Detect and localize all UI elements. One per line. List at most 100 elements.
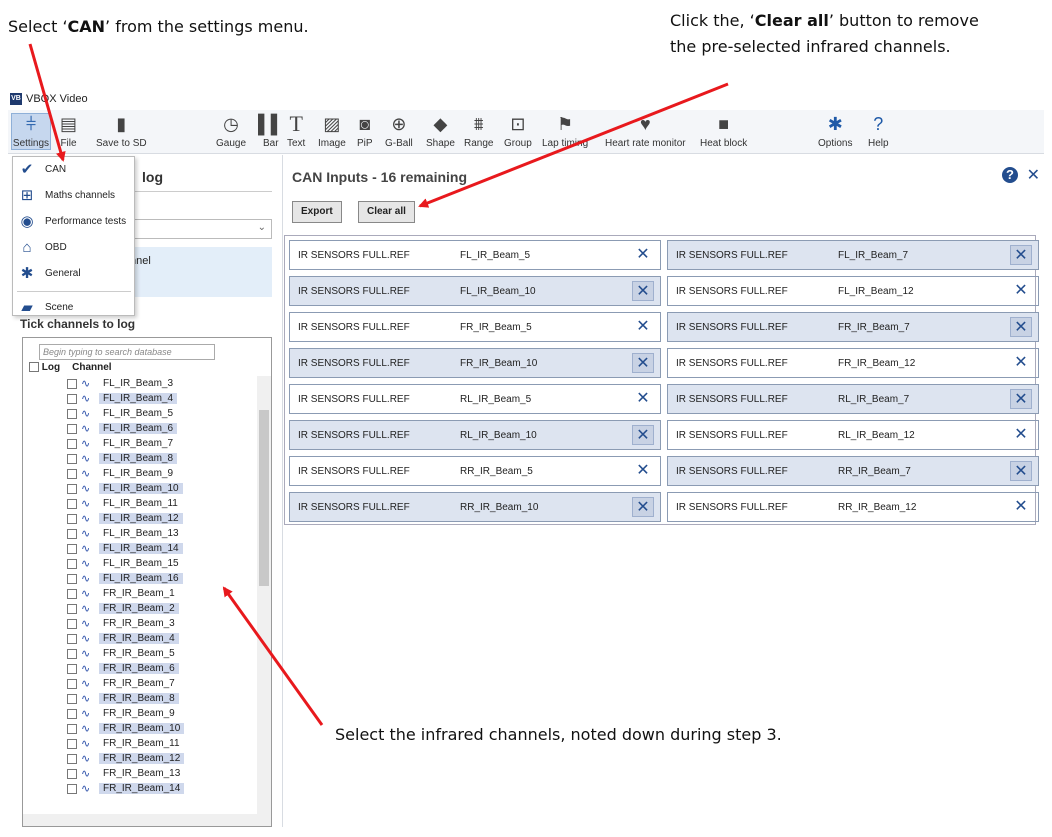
channel-row[interactable]: ∿ FR_IR_Beam_2	[67, 601, 267, 616]
channel-row[interactable]: ∿ FR_IR_Beam_4	[67, 631, 267, 646]
channel-row[interactable]: ∿ FR_IR_Beam_5	[67, 646, 267, 661]
channel-checkbox[interactable]	[67, 573, 77, 584]
channel-row[interactable]: ∿ FR_IR_Beam_9	[67, 706, 267, 721]
heat-block-button[interactable]: ■ Heat block	[700, 114, 747, 150]
group-button[interactable]: ⊡ Group	[504, 114, 532, 150]
channel-row[interactable]: ∿ FR_IR_Beam_8	[67, 691, 267, 706]
menu-item-maths[interactable]: ⊞ Maths channels	[13, 183, 134, 207]
save-to-sd-button[interactable]: ▮ Save to SD	[96, 114, 147, 150]
export-button[interactable]: Export	[292, 201, 342, 223]
settings-button[interactable]: ⫩ Settings	[11, 113, 51, 150]
menu-item-performance[interactable]: ◉ Performance tests	[13, 209, 134, 233]
remove-channel-icon[interactable]: ✕	[632, 245, 654, 265]
channel-checkbox[interactable]	[67, 468, 77, 479]
channel-checkbox[interactable]	[67, 378, 77, 389]
channel-row[interactable]: ∿ FL_IR_Beam_13	[67, 526, 267, 541]
bar-button[interactable]: ▌▌ Bar	[258, 114, 284, 150]
heart-rate-button[interactable]: ♥ Heart rate monitor	[605, 114, 686, 150]
remove-channel-icon[interactable]: ✕	[632, 389, 654, 409]
vertical-scrollbar[interactable]	[257, 376, 271, 826]
help-button[interactable]: ? Help	[868, 114, 889, 150]
channel-row[interactable]: ∿ FL_IR_Beam_12	[67, 511, 267, 526]
gball-button[interactable]: ⊕ G-Ball	[385, 114, 413, 150]
remove-channel-icon[interactable]: ✕	[632, 425, 654, 445]
channel-checkbox[interactable]	[67, 438, 77, 449]
channel-row[interactable]: ∿ FL_IR_Beam_3	[67, 376, 267, 391]
text-button[interactable]: T Text	[287, 111, 305, 149]
channel-checkbox[interactable]	[67, 513, 77, 524]
menu-item-general[interactable]: ✱ General	[13, 261, 134, 285]
channel-row[interactable]: ∿ FR_IR_Beam_1	[67, 586, 267, 601]
channel-row[interactable]: ∿ FL_IR_Beam_6	[67, 421, 267, 436]
channel-row[interactable]: ∿ FL_IR_Beam_16	[67, 571, 267, 586]
channel-checkbox[interactable]	[67, 648, 77, 659]
image-button[interactable]: ▨ Image	[318, 114, 346, 150]
remove-channel-icon[interactable]: ✕	[632, 317, 654, 337]
remove-channel-icon[interactable]: ✕	[1010, 461, 1032, 481]
channel-checkbox[interactable]	[67, 558, 77, 569]
remove-channel-icon[interactable]: ✕	[632, 281, 654, 301]
menu-item-scene[interactable]: ▰ Scene	[13, 295, 134, 319]
help-icon[interactable]: ?	[1002, 167, 1018, 183]
channel-checkbox[interactable]	[67, 708, 77, 719]
channel-checkbox[interactable]	[67, 528, 77, 539]
lap-timing-button[interactable]: ⚑ Lap timing	[542, 114, 588, 150]
channel-checkbox[interactable]	[67, 408, 77, 419]
channel-row[interactable]: ∿ FL_IR_Beam_14	[67, 541, 267, 556]
menu-item-obd[interactable]: ⌂ OBD	[13, 235, 134, 259]
remove-channel-icon[interactable]: ✕	[1010, 281, 1032, 301]
channel-row[interactable]: ∿ FL_IR_Beam_9	[67, 466, 267, 481]
channel-checkbox[interactable]	[67, 768, 77, 779]
pip-button[interactable]: ◙ PiP	[357, 114, 373, 150]
channel-row[interactable]: ∿ FL_IR_Beam_4	[67, 391, 267, 406]
menu-item-can[interactable]: ✔ CAN	[13, 157, 134, 181]
horizontal-scrollbar[interactable]	[23, 814, 259, 826]
channel-row[interactable]: ∿ FL_IR_Beam_10	[67, 481, 267, 496]
channel-checkbox[interactable]	[67, 423, 77, 434]
channel-row[interactable]: ∿ FR_IR_Beam_12	[67, 751, 267, 766]
range-button[interactable]: ⩩ Range	[464, 114, 493, 150]
channel-checkbox[interactable]	[67, 753, 77, 764]
channel-checkbox[interactable]	[67, 603, 77, 614]
channel-checkbox[interactable]	[67, 588, 77, 599]
select-all-checkbox[interactable]	[29, 362, 39, 373]
channel-row[interactable]: ∿ FR_IR_Beam_14	[67, 781, 267, 796]
remove-channel-icon[interactable]: ✕	[1010, 245, 1032, 265]
channel-row[interactable]: ∿ FR_IR_Beam_13	[67, 766, 267, 781]
channel-checkbox[interactable]	[67, 483, 77, 494]
channel-row[interactable]: ∿ FR_IR_Beam_6	[67, 661, 267, 676]
close-icon[interactable]: ✕	[1027, 165, 1040, 185]
channel-checkbox[interactable]	[67, 453, 77, 464]
channel-checkbox[interactable]	[67, 678, 77, 689]
clear-all-button[interactable]: Clear all	[358, 201, 415, 223]
file-button[interactable]: ▤ File	[60, 114, 77, 150]
channel-row[interactable]: ∿ FL_IR_Beam_11	[67, 496, 267, 511]
gauge-button[interactable]: ◷ Gauge	[216, 114, 246, 150]
remove-channel-icon[interactable]: ✕	[1010, 317, 1032, 337]
channel-row[interactable]: ∿ FR_IR_Beam_7	[67, 676, 267, 691]
remove-channel-icon[interactable]: ✕	[1010, 425, 1032, 445]
channel-row[interactable]: ∿ FL_IR_Beam_5	[67, 406, 267, 421]
channel-checkbox[interactable]	[67, 693, 77, 704]
channel-checkbox[interactable]	[67, 618, 77, 629]
channel-checkbox[interactable]	[67, 723, 77, 734]
channel-row[interactable]: ∿ FR_IR_Beam_10	[67, 721, 267, 736]
channel-checkbox[interactable]	[67, 393, 77, 404]
remove-channel-icon[interactable]: ✕	[632, 497, 654, 517]
channel-checkbox[interactable]	[67, 633, 77, 644]
search-input[interactable]: Begin typing to search database	[39, 344, 215, 360]
channel-row[interactable]: ∿ FR_IR_Beam_3	[67, 616, 267, 631]
options-button[interactable]: ✱ Options	[818, 114, 852, 150]
scrollbar-thumb[interactable]	[259, 410, 269, 586]
channel-row[interactable]: ∿ FL_IR_Beam_15	[67, 556, 267, 571]
remove-channel-icon[interactable]: ✕	[1010, 389, 1032, 409]
channel-row[interactable]: ∿ FR_IR_Beam_11	[67, 736, 267, 751]
channel-checkbox[interactable]	[67, 738, 77, 749]
channel-checkbox[interactable]	[67, 543, 77, 554]
channel-row[interactable]: ∿ FL_IR_Beam_7	[67, 436, 267, 451]
channel-checkbox[interactable]	[67, 783, 77, 794]
remove-channel-icon[interactable]: ✕	[1010, 353, 1032, 373]
channel-checkbox[interactable]	[67, 498, 77, 509]
remove-channel-icon[interactable]: ✕	[632, 353, 654, 373]
remove-channel-icon[interactable]: ✕	[1010, 497, 1032, 517]
